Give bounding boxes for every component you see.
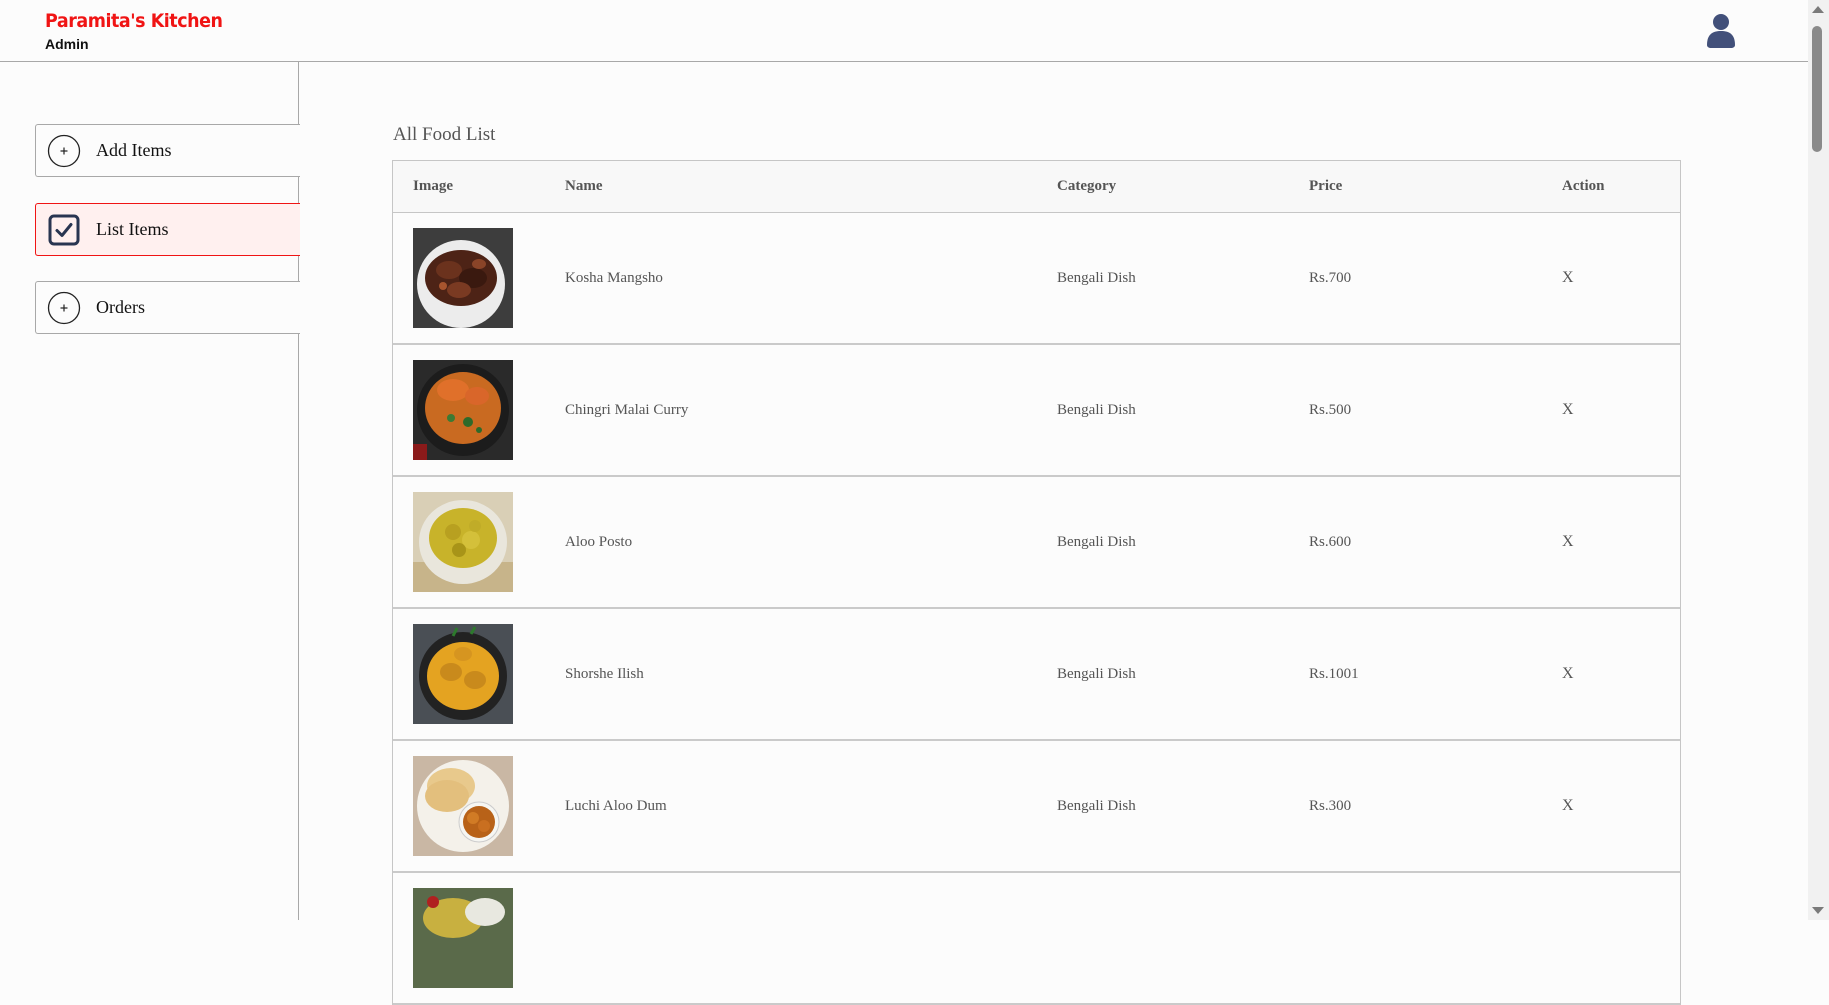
food-name: Shorshe Ilish (565, 665, 644, 682)
table-row: Luchi Aloo Dum Bengali Dish Rs.300 X (393, 741, 1680, 873)
food-name: Chingri Malai Curry (565, 401, 689, 418)
table-row: Shorshe Ilish Bengali Dish Rs.1001 X (393, 609, 1680, 741)
food-price: Rs.500 (1309, 401, 1352, 418)
food-category: Bengali Dish (1057, 533, 1136, 550)
scroll-up-icon[interactable] (1812, 6, 1824, 13)
sidebar-item-add-items[interactable]: Add Items (35, 124, 300, 177)
remove-item-button[interactable]: X (1562, 401, 1702, 419)
food-name: Luchi Aloo Dum (565, 797, 667, 814)
food-name: Aloo Posto (565, 533, 633, 550)
sidebar-item-list-items[interactable]: List Items (35, 203, 300, 256)
column-header-price: Price (1309, 178, 1343, 194)
food-price: Rs.1001 (1309, 665, 1359, 682)
brand-logo[interactable]: Paramita's Kitchen (45, 10, 223, 32)
page-title: All Food List (393, 124, 496, 145)
food-name: Kosha Mangsho (565, 269, 663, 286)
remove-item-button[interactable]: X (1562, 269, 1702, 287)
food-photo (413, 888, 513, 988)
food-category: Bengali Dish (1057, 797, 1136, 814)
brand-subtitle: Admin (45, 36, 89, 52)
table-header: Image Name Category Price Action (393, 161, 1680, 213)
column-header-name: Name (565, 178, 603, 194)
user-icon[interactable] (1704, 12, 1738, 48)
food-price: Rs.300 (1309, 797, 1352, 814)
sidebar-item-orders[interactable]: Orders (35, 281, 300, 334)
sidebar-item-label: List Items (96, 219, 169, 239)
table-row (393, 873, 1680, 1005)
chingri-malai-curry-photo (413, 360, 513, 460)
page-scrollbar[interactable] (1808, 0, 1829, 920)
table-row: Kosha Mangsho Bengali Dish Rs.700 X (393, 213, 1680, 345)
plus-circle-icon (47, 291, 81, 325)
food-list-table: Image Name Category Price Action Kosha M… (392, 160, 1681, 1005)
remove-item-button[interactable]: X (1562, 797, 1702, 815)
column-header-category: Category (1057, 178, 1117, 194)
sidebar-item-label: Orders (96, 297, 145, 317)
scroll-down-icon[interactable] (1812, 907, 1824, 914)
checkbox-icon (47, 213, 81, 247)
remove-item-button[interactable]: X (1562, 665, 1702, 683)
table-row: Chingri Malai Curry Bengali Dish Rs.500 … (393, 345, 1680, 477)
shorshe-ilish-photo (413, 624, 513, 724)
luchi-aloo-dum-photo (413, 756, 513, 856)
food-category: Bengali Dish (1057, 665, 1136, 682)
aloo-posto-photo (413, 492, 513, 592)
sidebar: Add Items List Items Orders (0, 62, 300, 920)
food-price: Rs.600 (1309, 533, 1352, 550)
column-header-action: Action (1562, 178, 1605, 194)
scrollbar-thumb[interactable] (1812, 26, 1822, 152)
plus-circle-icon (47, 134, 81, 168)
sidebar-item-label: Add Items (96, 140, 172, 160)
kosha-mangsho-photo (413, 228, 513, 328)
food-price: Rs.700 (1309, 269, 1352, 286)
food-category: Bengali Dish (1057, 269, 1136, 286)
remove-item-button[interactable]: X (1562, 533, 1702, 551)
column-header-image: Image (413, 178, 453, 194)
table-row: Aloo Posto Bengali Dish Rs.600 X (393, 477, 1680, 609)
food-category: Bengali Dish (1057, 401, 1136, 418)
top-navbar: Paramita's Kitchen Admin (0, 0, 1808, 62)
